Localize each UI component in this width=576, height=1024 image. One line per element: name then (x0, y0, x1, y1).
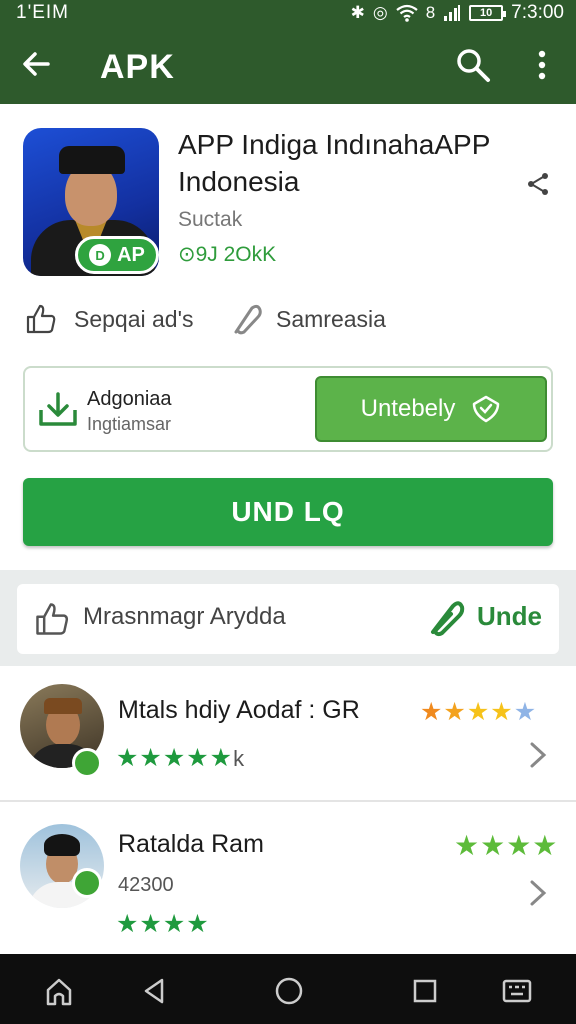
meta-left[interactable]: Sepqai ad's (24, 302, 193, 336)
keyboard-icon[interactable] (502, 976, 532, 1006)
system-nav-bar (0, 954, 576, 1024)
star-icon: ★ (513, 698, 538, 726)
meta-right[interactable]: Samreasia (230, 302, 386, 336)
avatar-hat (44, 698, 82, 714)
alarm-icon: ◎ (372, 3, 388, 22)
home-circle-icon[interactable] (274, 976, 304, 1006)
share-icon[interactable] (524, 170, 552, 198)
rating-bar-action[interactable]: Unde (477, 601, 542, 632)
app-title-line2: Indonesia (178, 166, 300, 197)
review-user-stars: ★★★★★k (116, 744, 245, 773)
app-bar-title: APK (100, 48, 175, 86)
app-icon-badge-label: AP (117, 243, 145, 266)
more-options-icon[interactable] (528, 46, 556, 84)
app-detail-card: D AP APP Indiga IndınahaAPP Indonesia Su… (0, 104, 576, 570)
review-rating-stars: ★★★★★ (420, 698, 537, 726)
rating-bar: Mrasnmagr Arydda Unde (17, 584, 559, 654)
review-item[interactable]: Ratalda Ram 42300 ★★★★ ★★★★ (0, 800, 576, 954)
signal-icon (444, 5, 461, 21)
chevron-right-icon[interactable] (528, 740, 548, 770)
recents-icon[interactable] (410, 976, 440, 1006)
back-arrow-icon[interactable] (18, 46, 54, 82)
review-user-stars: ★★★★ (116, 910, 210, 938)
star-icon: ★ (443, 698, 467, 726)
meta-right-label: Samreasia (276, 305, 386, 332)
search-icon[interactable] (454, 46, 492, 84)
vibrate-icon: 8 (425, 3, 436, 22)
review-rating-stars: ★★★★ (454, 830, 559, 861)
app-icon[interactable]: D AP (23, 128, 159, 276)
download-box-button[interactable]: Untebely (315, 376, 547, 442)
back-icon[interactable] (140, 976, 170, 1006)
app-title: APP Indiga IndınahaAPP Indonesia (178, 126, 518, 200)
badge-logo-icon: D (89, 244, 112, 266)
download-box: Adgoniaa Ingtiamsar Untebely (23, 366, 553, 452)
review-author: Ratalda Ram (118, 830, 264, 858)
app-icon-badge: D AP (75, 236, 159, 274)
download-icon (39, 392, 77, 426)
review-count-suffix: k (233, 746, 246, 771)
battery-level: 10 (480, 7, 493, 19)
status-bar: 1'EIM ✱ ◎ 8 10 7:3:00 (0, 0, 576, 28)
wifi-icon (396, 4, 418, 22)
review-item[interactable]: Mtals hdiy Aodaf : GR ★★★★★ ★★★★★k (0, 666, 576, 800)
user-stars-glyphs: ★★★★★ (116, 744, 234, 772)
thumbs-up-icon (26, 304, 56, 334)
install-button[interactable]: UND LQ (23, 478, 553, 546)
status-left-text: 1'EIM (16, 2, 69, 23)
paperclip-icon (431, 601, 465, 637)
chevron-right-icon[interactable] (528, 878, 548, 908)
avatar-hat (44, 834, 80, 856)
app-title-line1: APP Indiga IndınahaAPP (178, 129, 491, 160)
verified-badge-icon (72, 868, 102, 898)
star-icon: ★ (490, 698, 514, 726)
app-bar: APK (0, 28, 576, 104)
developer-name[interactable]: Suctak (178, 208, 242, 232)
status-time: 7:3:00 (511, 2, 564, 23)
download-box-button-label: Untebely (360, 395, 456, 422)
review-meta: 42300 (118, 874, 174, 896)
star-icon: ★ (466, 698, 491, 726)
battery-icon: 10 (469, 5, 507, 21)
status-icons: ✱ ◎ 8 10 7:3:00 (351, 2, 564, 24)
thumbs-up-icon (36, 603, 69, 635)
paperclip-icon (234, 304, 262, 335)
review-list: Mtals hdiy Aodaf : GR ★★★★★ ★★★★★k Ratal… (0, 666, 576, 954)
shield-icon (473, 395, 500, 423)
download-stats: ⊙9J 2OkK (178, 243, 277, 266)
icon-figure-cap (59, 146, 125, 174)
star-icon: ★ (420, 698, 444, 726)
bluetooth-icon: ✱ (350, 3, 365, 22)
download-box-name: Adgoniaa (87, 388, 172, 410)
download-box-subtitle: Ingtiamsar (87, 414, 172, 434)
rating-bar-label: Mrasnmagr Arydda (83, 603, 286, 630)
meta-left-label: Sepqai ad's (74, 305, 194, 332)
verified-badge-icon (72, 748, 102, 778)
home-icon[interactable] (44, 976, 74, 1006)
review-author: Mtals hdiy Aodaf : GR (118, 696, 360, 724)
